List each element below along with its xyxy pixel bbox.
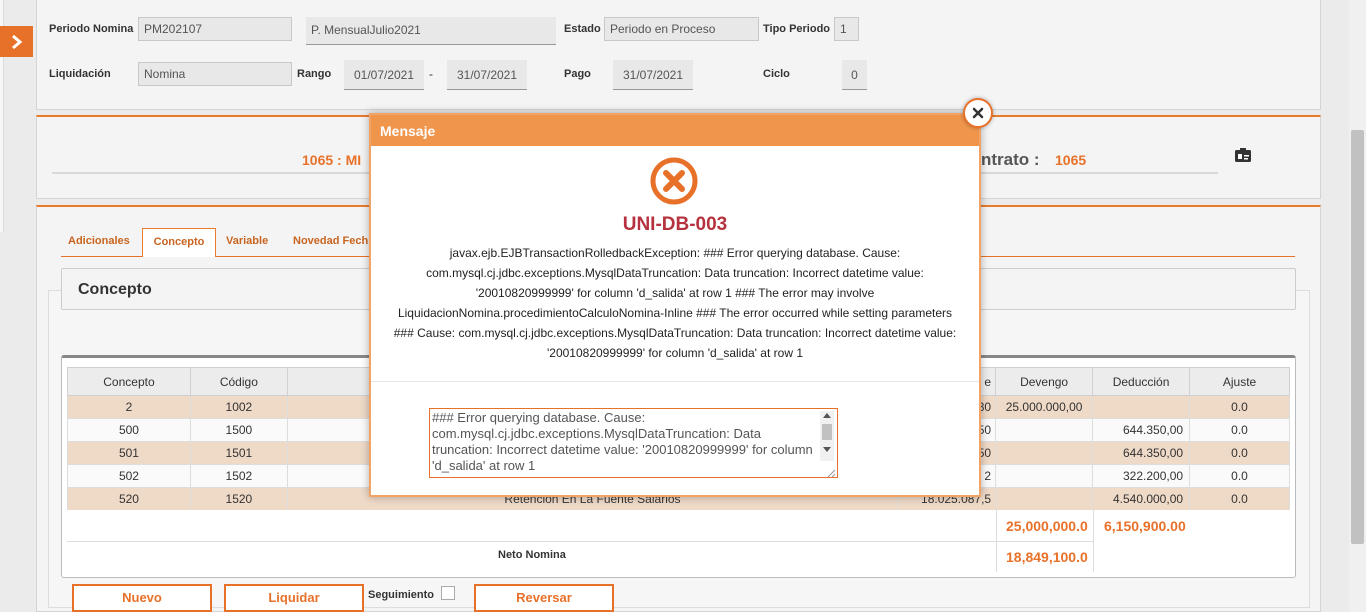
cell-codigo: 1501 — [189, 441, 288, 465]
contrato-value: 1065 — [1055, 152, 1087, 168]
error-detail-textarea[interactable]: ### Error querying database. Cause: com.… — [429, 408, 838, 478]
seguimiento-checkbox[interactable] — [441, 586, 455, 600]
contrato-label: ntrato : — [981, 150, 1040, 169]
neto-nomina-value: 18,849,100.0 — [1006, 549, 1088, 565]
col-header-concepto[interactable]: Concepto — [67, 367, 191, 396]
cell-codigo: 1002 — [189, 395, 288, 419]
nuevo-button[interactable]: Nuevo — [72, 584, 212, 612]
concepto-section-title: Concepto — [78, 281, 152, 298]
tab-novedad-fecha[interactable]: Novedad Fech — [287, 228, 374, 257]
estado-label: Estado — [564, 23, 601, 35]
totals-col-divider — [996, 510, 997, 572]
error-dialog: Mensaje UNI-DB-003 javax.ejb.EJBTransact… — [369, 113, 981, 497]
cell-devengo — [995, 418, 1094, 442]
ciclo-field[interactable]: 0 — [842, 60, 867, 90]
dialog-title: Mensaje — [371, 115, 979, 146]
error-message: javax.ejb.EJBTransactionRolledbackExcept… — [371, 243, 979, 363]
periodo-description-field[interactable]: P. MensualJulio2021 — [306, 17, 556, 45]
scroll-down-icon[interactable] — [823, 447, 831, 452]
col-header-codigo[interactable]: Código — [189, 367, 288, 396]
total-deduccion: 6,150,900.00 — [1104, 518, 1186, 534]
cell-deduccion: 644.350,00 — [1092, 441, 1191, 465]
col-header-deduccion[interactable]: Deducción — [1092, 367, 1191, 396]
tipo-periodo-field[interactable]: 1 — [834, 17, 859, 41]
employee-id: 1065 : MI — [302, 152, 362, 168]
cell-ajuste: 0.0 — [1189, 418, 1290, 442]
cell-ajuste: 0.0 — [1189, 395, 1290, 419]
reversar-button[interactable]: Reversar — [474, 584, 614, 612]
periodo-nomina-field[interactable]: PM202107 — [138, 17, 292, 41]
tab-variable[interactable]: Variable — [220, 228, 274, 257]
total-devengo: 25,000,000.0 — [1006, 518, 1088, 534]
neto-nomina-label: Neto Nomina — [498, 549, 566, 561]
page-scrollbar-thumb[interactable] — [1351, 130, 1364, 544]
close-icon — [972, 107, 984, 119]
tipo-periodo-label: Tipo Periodo — [763, 23, 831, 35]
cell-codigo: 1500 — [189, 418, 288, 442]
totals-divider — [67, 541, 1094, 542]
cell-devengo — [995, 441, 1094, 465]
error-message-line: ### Cause: com.mysql.cj.jdbc.exceptions.… — [393, 326, 957, 340]
scroll-up-icon[interactable] — [823, 413, 831, 418]
cell-devengo: 25.000.000,00 — [995, 395, 1094, 419]
error-message-line: '20010820999999' for column 'd_salida' a… — [546, 346, 803, 360]
cell-ajuste: 0.0 — [1189, 441, 1290, 465]
cell-ajuste: 0.0 — [1189, 464, 1290, 488]
cell-deduccion: 322.200,00 — [1092, 464, 1191, 488]
cell-deduccion: 644.350,00 — [1092, 418, 1191, 442]
resize-grip-icon[interactable] — [826, 467, 836, 478]
cell-devengo — [995, 487, 1094, 511]
rango-label: Rango — [297, 68, 332, 80]
cell-concepto: 2 — [67, 395, 191, 419]
cell-deduccion: 4.540.000,00 — [1092, 487, 1191, 511]
textarea-scroll-thumb[interactable] — [822, 424, 832, 440]
liquidacion-label: Liquidación — [49, 68, 111, 80]
liquidar-button[interactable]: Liquidar — [224, 584, 364, 612]
tab-concepto[interactable]: Concepto — [142, 228, 216, 257]
pago-field[interactable]: 31/07/2021 — [613, 60, 693, 90]
id-card-icon[interactable] — [1234, 147, 1252, 163]
error-circle-x-icon — [649, 156, 699, 206]
textarea-scrollbar[interactable] — [820, 411, 834, 461]
sidebar-toggle-button[interactable] — [0, 26, 33, 57]
periodo-nomina-label: Periodo Nomina — [49, 23, 134, 35]
tab-adicionales[interactable]: Adicionales — [62, 228, 136, 257]
cell-codigo: 1502 — [189, 464, 288, 488]
chevron-right-icon — [11, 34, 22, 49]
cell-codigo: 1520 — [189, 487, 288, 511]
error-message-line: javax.ejb.EJBTransactionRolledbackExcept… — [449, 246, 901, 260]
cell-ajuste: 0.0 — [1189, 487, 1290, 511]
error-message-line: LiquidacionNomina.procedimientoCalculoNo… — [397, 306, 953, 320]
cell-devengo — [995, 464, 1094, 488]
rango-to-field[interactable]: 31/07/2021 — [447, 60, 527, 90]
dialog-divider — [371, 381, 979, 382]
error-message-line: com.mysql.cj.jdbc.exceptions.MysqlDataTr… — [426, 266, 924, 280]
rango-separator: - — [429, 67, 433, 81]
error-code: UNI-DB-003 — [622, 214, 728, 235]
rango-from-field[interactable]: 01/07/2021 — [344, 60, 424, 90]
liquidacion-field[interactable]: Nomina — [138, 62, 292, 86]
cell-concepto: 520 — [67, 487, 191, 511]
cell-concepto: 501 — [67, 441, 191, 465]
pago-label: Pago — [564, 68, 591, 80]
cell-deduccion — [1092, 395, 1191, 419]
estado-field[interactable]: Periodo en Proceso — [604, 17, 759, 41]
cell-concepto: 500 — [67, 418, 191, 442]
error-message-line: '20010820999999' for column 'd_salida' a… — [475, 286, 875, 300]
col-header-ajuste[interactable]: Ajuste — [1189, 367, 1290, 396]
totals-col-divider — [1093, 510, 1094, 572]
col-header-devengo[interactable]: Devengo — [995, 367, 1094, 396]
dialog-close-button[interactable] — [963, 98, 993, 128]
cell-concepto: 502 — [67, 464, 191, 488]
seguimiento-label: Seguimiento — [368, 589, 435, 601]
ciclo-label: Ciclo — [763, 68, 790, 80]
